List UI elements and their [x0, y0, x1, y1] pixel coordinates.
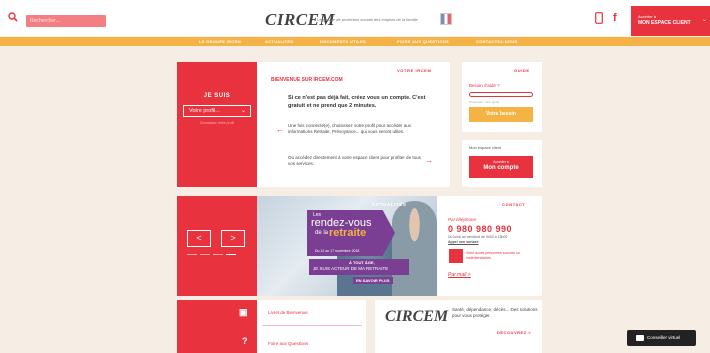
search-input[interactable]: Rechercher... [26, 15, 106, 27]
main-nav: LE GROUPE IRCEM ACTUALITÉS DOCUMENTS UTI… [0, 37, 710, 46]
contact-tag: CONTACT [502, 202, 526, 207]
client-space-button[interactable]: Accéder à MON ESPACE CLIENT ⌄ [631, 6, 710, 36]
help-hint: Choisissez votre guide [469, 100, 500, 104]
welcome-booklet-link[interactable]: Livret de Bienvenue [268, 310, 308, 315]
nav-item-contact[interactable]: CONTACTEZ-NOUS [476, 39, 517, 44]
profile-select-value: Votre profil... [189, 108, 220, 114]
client-space-line1: Accéder à [638, 14, 657, 19]
search-icon[interactable] [8, 12, 18, 22]
deaf-access-icon[interactable] [449, 249, 463, 263]
welcome-paragraph-profile: Une fois connecté(e), choisissez votre p… [288, 123, 412, 134]
contact-hours-link: Appel non surtaxé [448, 239, 479, 244]
arrow-left-icon[interactable]: ← [276, 125, 284, 134]
myspace-label: Mon espace client [469, 145, 502, 150]
help-button[interactable]: Votre besoin [469, 107, 533, 122]
contact-mail-link[interactable]: Par mail > [448, 272, 471, 278]
chevron-down-icon: ⌄ [701, 17, 707, 23]
contact-hours-text: Du lundi au vendredi de 9h00 à 18h00 [448, 235, 508, 239]
flag-icon [440, 13, 452, 25]
ircem-logo-small: CIRCEM [385, 308, 449, 325]
carousel-dot-active[interactable] [226, 254, 236, 255]
nav-item-actualites[interactable]: ACTUALITÉS [265, 39, 293, 44]
client-space-line2: MON ESPACE CLIENT [638, 20, 691, 26]
my-account-button[interactable]: Accéder à Mon compte [469, 156, 533, 178]
help-input[interactable] [469, 92, 533, 97]
mobile-phone-icon[interactable] [595, 12, 603, 24]
nav-item-faq[interactable]: FOIRE AUX QUESTIONS [397, 39, 449, 44]
welcome-tag: VOTRE IRCEM [397, 68, 432, 73]
divider [262, 325, 362, 326]
faq-link[interactable]: Foire aux Questions [268, 341, 308, 346]
nav-item-groupe[interactable]: LE GROUPE IRCEM [199, 39, 241, 44]
welcome-lead: Si ce n'est pas déjà fait, créez vous un… [288, 95, 426, 109]
banner-date: Du 12 au 17 novembre 2018 [315, 249, 360, 253]
ircem-logo[interactable]: CIRCEM Le groupe de protection sociale d… [257, 9, 457, 31]
carousel-next-button[interactable]: > [221, 230, 245, 247]
banner-tag: ACTUALITÉS [372, 202, 407, 207]
booklet-icon[interactable]: ▣ [239, 307, 248, 318]
carousel-dot[interactable] [213, 254, 223, 255]
deaf-access-link[interactable]: Votre accès personnes sourdes ou malente… [466, 251, 528, 260]
nav-item-documents[interactable]: DOCUMENTS UTILES [320, 39, 366, 44]
banner-line3b: retraite [329, 227, 367, 239]
question-icon[interactable]: ? [242, 336, 248, 346]
guide-tag: GUIDE [514, 68, 530, 73]
carousel-dot[interactable] [187, 254, 197, 255]
help-label: Besoin d'aide ? [469, 83, 500, 88]
banner-learn-more[interactable]: EN SAVOIR PLUS [353, 277, 393, 284]
contact-phone-number[interactable]: 0 980 980 990 [448, 224, 512, 234]
carousel-prev-button[interactable]: < [187, 230, 211, 247]
carousel-dots [187, 254, 247, 256]
virtual-advisor-label: Conseiller virtuel [647, 335, 681, 340]
banner-slogan-1: À TOUT ÂGE, [349, 260, 375, 265]
retirement-banner[interactable]: ACTUALITÉS Les rendez-vous de la retrait… [257, 196, 437, 296]
discover-link[interactable]: DÉCOUVREZ > [497, 330, 531, 335]
banner-line3a: de la [315, 230, 329, 236]
contact-phone-label: Par téléphone [448, 217, 477, 222]
banner-slogan-2: JE SUIS ACTEUR DE MA RETRAITE [313, 266, 389, 271]
contact-card [437, 196, 542, 296]
profile-title: JE SUIS [203, 93, 231, 99]
carousel-dot[interactable] [200, 254, 210, 255]
profile-select[interactable]: Votre profil... ⌄ [183, 105, 251, 117]
welcome-title: BIENVENUE SUR IRCEM.COM [271, 77, 343, 83]
my-account-line2: Mon compte [483, 165, 519, 171]
arrow-right-icon[interactable]: → [425, 156, 433, 165]
contact-hours: Du lundi au vendredi de 9h00 à 18h00 App… [448, 235, 528, 244]
welcome-paragraph-space: Ou accédez directement à votre espace cl… [288, 155, 421, 166]
facebook-icon[interactable]: f [613, 12, 617, 24]
chevron-down-icon: ⌄ [240, 108, 246, 114]
logo-tagline: Le groupe de protection sociale des empl… [317, 17, 418, 22]
site-header: Rechercher... CIRCEM Le groupe de protec… [0, 0, 710, 37]
my-account-line1: Accéder à [493, 160, 509, 164]
chat-bubble-icon [636, 335, 644, 341]
banner-photo-person [392, 201, 437, 296]
profile-hint: Choisissez votre profil [199, 121, 235, 125]
promo-description: Santé, dépendance, décès... Des solution… [452, 307, 538, 318]
